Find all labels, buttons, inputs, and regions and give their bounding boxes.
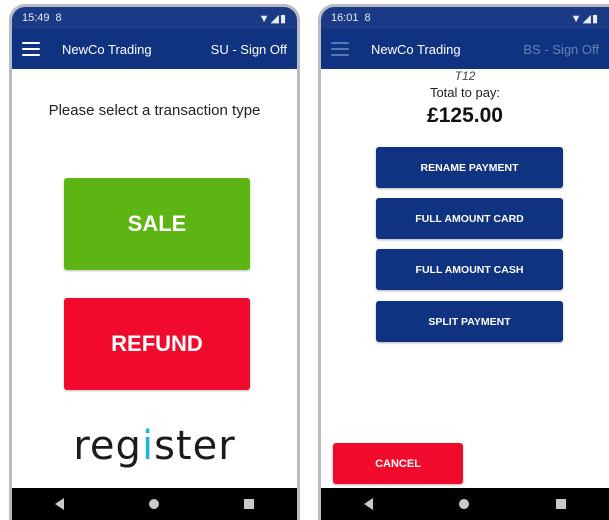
home-icon[interactable] (459, 499, 470, 509)
logo-text-end: ster (154, 423, 236, 469)
app-bar: NewCo Trading BS - Sign Off (321, 29, 609, 69)
transaction-reference: T12 (454, 69, 476, 83)
android-nav-bar (12, 488, 297, 520)
menu-icon[interactable] (22, 42, 40, 56)
sign-off-button[interactable]: BS - Sign Off (523, 42, 599, 57)
rename-payment-button[interactable]: RENAME PAYMENT (376, 147, 563, 188)
back-icon[interactable] (54, 498, 64, 510)
logo-text-start: reg (73, 423, 142, 469)
system-status-icons: ▼◢▮ (570, 12, 599, 25)
split-payment-button[interactable]: SPLIT PAYMENT (376, 301, 563, 342)
recent-apps-icon[interactable] (555, 499, 566, 509)
phone-screen-payment: 16:01 8 ▼◢▮ NewCo Trading BS - Sign Off … (318, 4, 609, 520)
app-bar: NewCo Trading SU - Sign Off (12, 29, 297, 69)
full-amount-cash-button[interactable]: FULL AMOUNT CASH (376, 249, 563, 290)
phone-screen-transaction-type: 15:49 8 ▼◢▮ NewCo Trading SU - Sign Off … (9, 4, 300, 520)
home-icon[interactable] (148, 499, 159, 509)
company-name: NewCo Trading (62, 41, 152, 57)
menu-icon[interactable] (331, 42, 349, 56)
refund-button[interactable]: REFUND (64, 298, 250, 390)
recent-apps-icon[interactable] (244, 499, 255, 509)
sign-off-button[interactable]: SU - Sign Off (211, 42, 287, 57)
sim-icon: 8 (364, 12, 371, 24)
company-name: NewCo Trading (371, 41, 461, 57)
status-bar: 16:01 8 ▼◢▮ (321, 7, 609, 29)
register-logo: register (12, 423, 297, 469)
sale-button[interactable]: SALE (64, 178, 250, 270)
status-time: 16:01 (331, 12, 359, 24)
status-bar: 15:49 8 ▼◢▮ (12, 7, 297, 29)
system-status-icons: ▼◢▮ (258, 12, 287, 25)
android-nav-bar (321, 488, 609, 520)
transaction-type-prompt: Please select a transaction type (48, 102, 261, 119)
total-amount: £125.00 (427, 104, 503, 127)
back-icon[interactable] (364, 498, 374, 510)
full-amount-card-button[interactable]: FULL AMOUNT CARD (376, 198, 563, 239)
status-time: 15:49 (22, 12, 50, 24)
logo-accent-letter: i (141, 423, 155, 469)
total-to-pay-label: Total to pay: (429, 85, 501, 100)
sim-icon: 8 (55, 12, 62, 24)
cancel-button[interactable]: CANCEL (333, 443, 463, 484)
